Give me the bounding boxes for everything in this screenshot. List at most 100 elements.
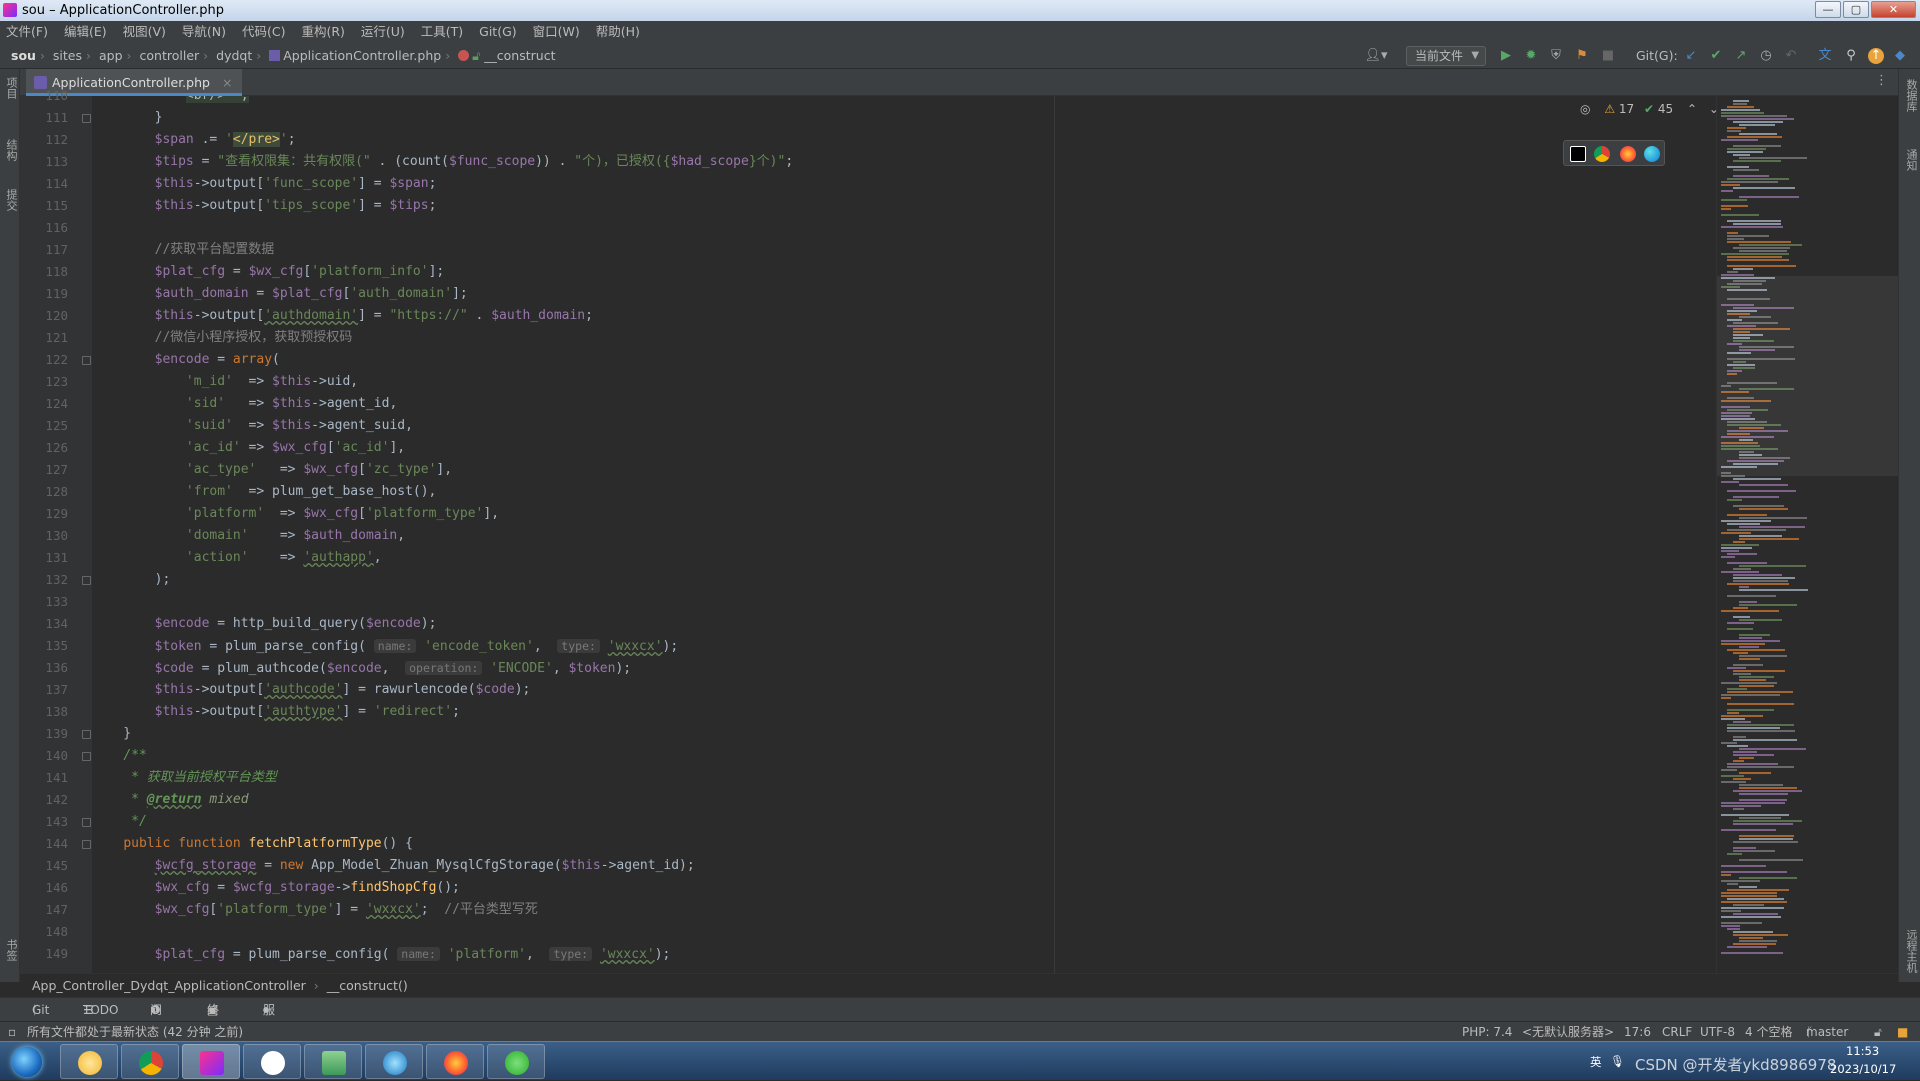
- code-line[interactable]: $encode = http_build_query($encode);: [92, 613, 437, 635]
- taskbar-chrome[interactable]: [121, 1044, 179, 1079]
- code-line[interactable]: $this->output['authdomain'] = "https://"…: [92, 305, 593, 327]
- code-line[interactable]: 'm_id' => $this->uid,: [92, 371, 358, 393]
- code-line[interactable]: 'platform' => $wx_cfg['platform_type'],: [92, 503, 499, 525]
- code-line[interactable]: $token = plum_parse_config( name: 'encod…: [92, 635, 678, 657]
- phpstorm-browser-icon[interactable]: [1570, 146, 1586, 162]
- close-window-button[interactable]: ✕: [1871, 1, 1916, 18]
- fold-marker-icon[interactable]: [82, 576, 91, 585]
- lock-icon[interactable]: 🔓︎: [1874, 1022, 1882, 1042]
- code-line[interactable]: 'ac_id' => $wx_cfg['ac_id'],: [92, 437, 405, 459]
- breadcrumb-file[interactable]: ApplicationController.php: [283, 48, 441, 63]
- code-line[interactable]: $this->output['authtype'] = 'redirect';: [92, 701, 460, 723]
- code-line[interactable]: * 获取当前授权平台类型: [92, 767, 277, 789]
- code-breadcrumb-method[interactable]: __construct(): [327, 978, 408, 993]
- code-line[interactable]: $wx_cfg['platform_type'] = 'wxxcx'; //平台…: [92, 899, 538, 921]
- taskbar-browser-app[interactable]: [365, 1044, 423, 1079]
- menu-help[interactable]: 帮助(H): [596, 24, 640, 39]
- profile-icon[interactable]: ⚑: [1574, 48, 1590, 64]
- breadcrumb-sites[interactable]: sites: [53, 48, 82, 63]
- code-minimap[interactable]: [1716, 96, 1898, 973]
- project-tool-tab[interactable]: 项目: [3, 77, 19, 99]
- run-config-dropdown[interactable]: 当前文件 ▼: [1406, 46, 1487, 66]
- previous-problem-icon[interactable]: ⌃: [1687, 102, 1697, 116]
- code-line[interactable]: 'suid' => $this->agent_suid,: [92, 415, 413, 437]
- breadcrumb-project[interactable]: sou: [11, 48, 36, 63]
- user-icon[interactable]: 👤︎▾: [1362, 48, 1390, 64]
- breadcrumb-method[interactable]: __construct: [484, 48, 555, 63]
- code-line[interactable]: 'domain' => $auth_domain,: [92, 525, 405, 547]
- taskbar-link-app[interactable]: [243, 1044, 301, 1079]
- jetbrains-logo-icon[interactable]: ◆: [1892, 48, 1908, 64]
- code-line[interactable]: //微信小程序授权，获取预授权码: [92, 327, 353, 349]
- code-line[interactable]: $wcfg_storage = new App_Model_Zhuan_Mysq…: [92, 855, 695, 877]
- start-button[interactable]: [2, 1043, 52, 1080]
- fold-marker-icon[interactable]: [82, 730, 91, 739]
- code-editor[interactable]: <br/>" ; } $span .= '</pre>'; $tips = "查…: [92, 96, 1716, 973]
- fold-marker-icon[interactable]: [82, 818, 91, 827]
- code-line[interactable]: $code = plum_authcode($encode, operation…: [92, 657, 631, 679]
- stop-icon[interactable]: ■: [1600, 48, 1616, 64]
- debug-icon[interactable]: ✹: [1523, 48, 1539, 64]
- code-line[interactable]: 'ac_type' => $wx_cfg['zc_type'],: [92, 459, 452, 481]
- jetbrains-status-icon[interactable]: ■: [1897, 1022, 1908, 1042]
- more-tabs-icon[interactable]: ⋮: [1875, 73, 1888, 88]
- indent-setting[interactable]: 4 个空格: [1745, 1022, 1792, 1042]
- maximize-button[interactable]: ▢: [1843, 1, 1869, 18]
- coverage-icon[interactable]: ⛨: [1548, 48, 1564, 64]
- caret-position[interactable]: 17:6: [1624, 1022, 1651, 1042]
- clock-date[interactable]: 2023/10/17: [1830, 1062, 1896, 1076]
- code-line[interactable]: $tips = "查看权限集：共有权限(" . (count($func_sco…: [92, 151, 794, 173]
- firefox-icon[interactable]: [1620, 146, 1636, 162]
- menu-code[interactable]: 代码(C): [242, 24, 285, 39]
- edge-icon[interactable]: [1644, 146, 1660, 162]
- code-line[interactable]: <br/>" ;: [92, 96, 249, 107]
- code-line[interactable]: $plat_cfg = plum_parse_config( name: 'pl…: [92, 943, 670, 965]
- menu-tools[interactable]: 工具(T): [421, 24, 463, 39]
- taskbar-remote-app[interactable]: [304, 1044, 362, 1079]
- code-line[interactable]: $this->output['tips_scope'] = $tips;: [92, 195, 437, 217]
- menu-navigate[interactable]: 导航(N): [182, 24, 226, 39]
- file-encoding[interactable]: UTF-8: [1700, 1022, 1735, 1042]
- close-tab-icon[interactable]: ×: [222, 75, 232, 90]
- search-icon[interactable]: ⚲: [1843, 48, 1859, 64]
- code-line[interactable]: $wx_cfg = $wcfg_storage->findShopCfg();: [92, 877, 460, 899]
- bookmarks-tool-tab[interactable]: 书签: [3, 939, 19, 961]
- code-line[interactable]: 'sid' => $this->agent_id,: [92, 393, 397, 415]
- reader-mode-icon[interactable]: ◎: [1580, 102, 1590, 116]
- translate-icon[interactable]: 文: [1817, 48, 1833, 64]
- fold-marker-icon[interactable]: [82, 356, 91, 365]
- rollback-icon[interactable]: ↶: [1783, 48, 1799, 64]
- microphone-icon[interactable]: 🎙︎: [1610, 1054, 1625, 1068]
- code-line[interactable]: $this->output['func_scope'] = $span;: [92, 173, 437, 195]
- php-version[interactable]: PHP: 7.4: [1462, 1022, 1512, 1042]
- code-breadcrumb-class[interactable]: App_Controller_Dydqt_ApplicationControll…: [32, 978, 306, 993]
- update-icon[interactable]: ↑: [1868, 48, 1884, 64]
- code-line[interactable]: 'from' => plum_get_base_host(),: [92, 481, 436, 503]
- status-message[interactable]: 所有文件都处于最新状态 (42 分钟 之前): [27, 1022, 243, 1042]
- breadcrumb-controller[interactable]: controller: [140, 48, 200, 63]
- code-line[interactable]: $plat_cfg = $wx_cfg['platform_info'];: [92, 261, 445, 283]
- chrome-icon[interactable]: [1594, 146, 1610, 162]
- notifications-tool-tab[interactable]: 通知: [1903, 149, 1919, 171]
- taskbar-firefox[interactable]: [426, 1044, 484, 1079]
- code-line[interactable]: $span .= '</pre>';: [92, 129, 296, 151]
- line-separator[interactable]: CRLF: [1662, 1022, 1692, 1042]
- code-line[interactable]: $auth_domain = $plat_cfg['auth_domain'];: [92, 283, 468, 305]
- fold-marker-icon[interactable]: [82, 840, 91, 849]
- menu-window[interactable]: 窗口(W): [533, 24, 580, 39]
- breadcrumb-app[interactable]: app: [99, 48, 123, 63]
- minimize-button[interactable]: —: [1815, 1, 1841, 18]
- code-line[interactable]: * @return mixed: [92, 789, 248, 811]
- menu-edit[interactable]: 编辑(E): [64, 24, 107, 39]
- structure-tool-tab[interactable]: 结构: [3, 139, 19, 161]
- database-tool-tab[interactable]: 数据库: [1903, 79, 1919, 112]
- code-line[interactable]: /**: [92, 745, 146, 767]
- git-push-icon[interactable]: ↗: [1733, 48, 1749, 64]
- tray-ime[interactable]: 英: [1590, 1054, 1602, 1070]
- code-line[interactable]: $encode = array(: [92, 349, 280, 371]
- code-line[interactable]: }: [92, 723, 131, 745]
- menu-run[interactable]: 运行(U): [361, 24, 405, 39]
- fold-marker-icon[interactable]: [82, 114, 91, 123]
- code-line[interactable]: );: [92, 569, 171, 591]
- menu-file[interactable]: 文件(F): [6, 24, 48, 39]
